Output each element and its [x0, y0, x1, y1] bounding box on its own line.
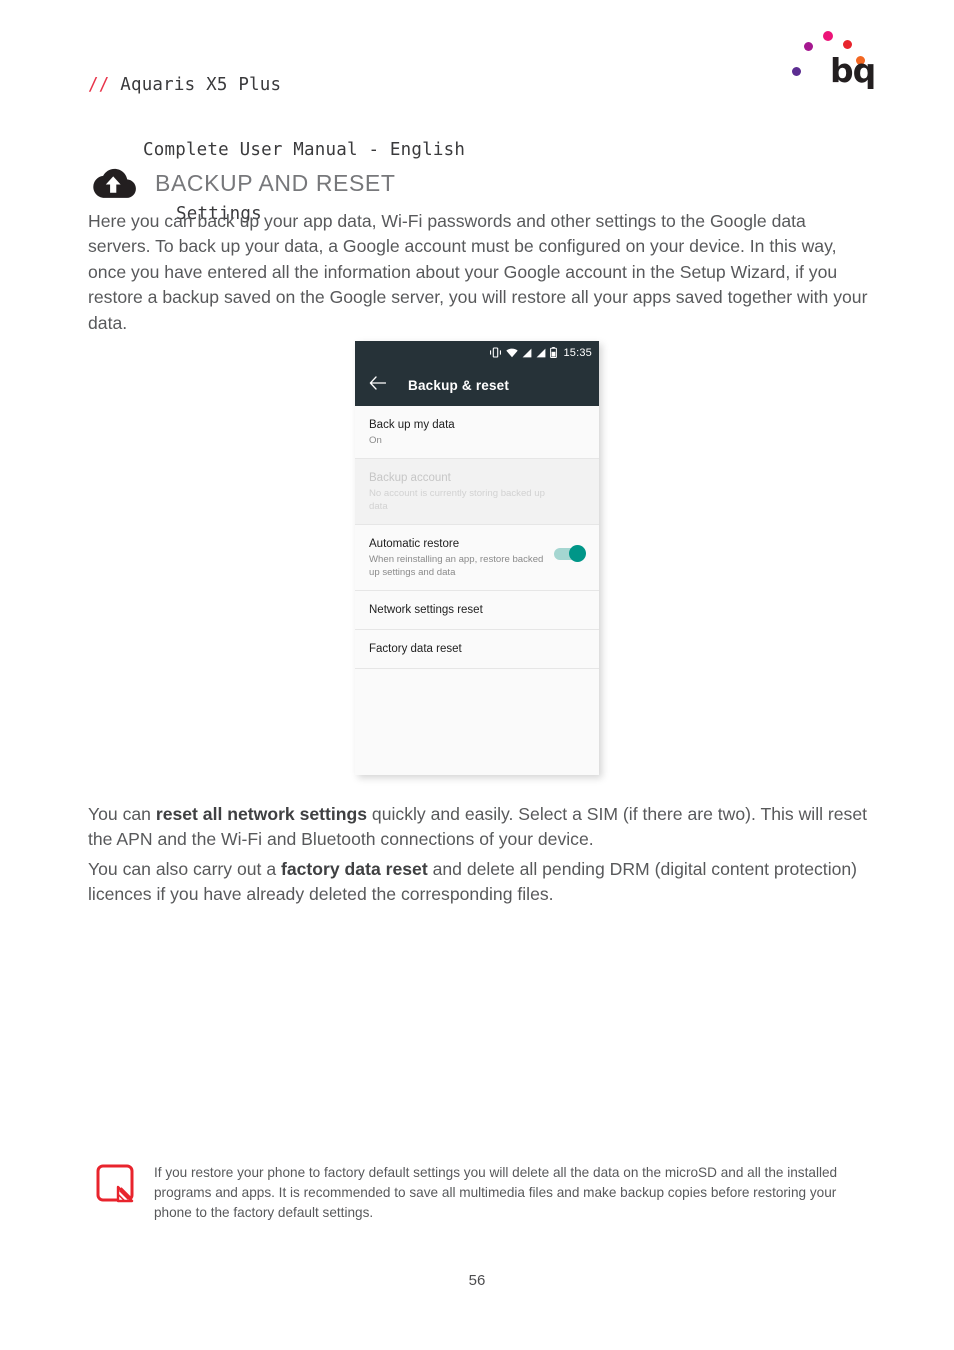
list-empty-area [355, 669, 599, 775]
header-slashes: // [88, 75, 121, 95]
automatic-restore-toggle[interactable] [554, 545, 586, 562]
note-text: If you restore your phone to factory def… [154, 1165, 838, 1220]
vibrate-icon [489, 347, 502, 358]
factory-reset-paragraph: You can also carry out a factory data re… [88, 857, 870, 908]
logo-dot-red [843, 40, 852, 49]
phone-screenshot: 15:35 Backup & reset Back up my data On … [355, 341, 599, 775]
list-item-title: Automatic restore [369, 538, 460, 550]
network-reset-text-pre: You can [88, 804, 156, 824]
signal-sim2-icon [536, 348, 546, 358]
list-item-backup-account: Backup account No account is currently s… [355, 459, 599, 525]
network-reset-paragraph: You can reset all network settings quick… [88, 802, 870, 853]
cloud-upload-icon [89, 166, 137, 200]
list-item-network-settings-reset[interactable]: Network settings reset [355, 591, 599, 630]
intro-paragraph: Here you can back up your app data, Wi-F… [88, 211, 868, 333]
logo-dot-purple [792, 67, 801, 76]
list-item-title: Factory data reset [369, 643, 462, 655]
signal-sim1-icon [522, 348, 532, 358]
wifi-icon [506, 348, 519, 358]
header-manual-name: Complete User Manual - English [143, 139, 466, 160]
section-header: BACKUP AND RESET [89, 166, 396, 200]
page-title: BACKUP AND RESET [155, 169, 396, 196]
factory-reset-emphasis: factory data reset [281, 859, 428, 879]
settings-list: Back up my data On Backup account No acc… [355, 406, 599, 775]
list-item-subtitle: When reinstalling an app, restore backed… [369, 554, 544, 578]
network-reset-emphasis: reset all network settings [155, 804, 368, 824]
warning-note: If you restore your phone to factory def… [96, 1163, 871, 1223]
list-item-subtitle: On [369, 435, 382, 446]
header-device-name: Aquaris X5 Plus [120, 75, 282, 95]
list-item-title: Network settings reset [369, 604, 483, 616]
bq-logo: bq [788, 24, 878, 92]
factory-reset-text-pre: You can also carry out a [88, 859, 281, 879]
app-bar-title: Backup & reset [408, 377, 510, 393]
phone-app-bar: Backup & reset [355, 364, 599, 406]
header-line-title: // Aquaris X5 Plus [88, 75, 465, 97]
page-number: 56 [468, 1272, 486, 1289]
list-item-factory-data-reset[interactable]: Factory data reset [355, 630, 599, 669]
list-item-title: Back up my data [369, 419, 455, 431]
phone-status-bar: 15:35 [355, 341, 599, 364]
logo-dot-pink [823, 31, 833, 41]
note-pencil-icon [96, 1163, 138, 1223]
toggle-knob [569, 545, 586, 562]
list-item-automatic-restore[interactable]: Automatic restore When reinstalling an a… [355, 525, 599, 591]
logo-dot-magenta [804, 42, 813, 51]
list-item-subtitle: No account is currently storing backed u… [369, 488, 545, 512]
list-item-title: Backup account [369, 472, 451, 484]
battery-icon [550, 347, 558, 358]
list-item-back-up-my-data[interactable]: Back up my data On [355, 406, 599, 459]
status-bar-clock: 15:35 [563, 346, 592, 359]
back-arrow-icon[interactable] [369, 375, 387, 395]
logo-wordmark: bq [830, 51, 876, 90]
